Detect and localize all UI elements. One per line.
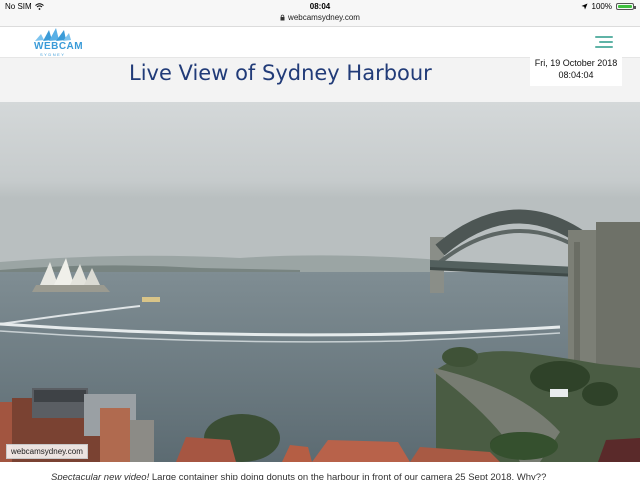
- status-center: 08:04 webcamsydney.com: [0, 2, 640, 22]
- caption-text: Large container ship doing donuts on the…: [149, 472, 547, 480]
- status-bar: No SIM 08:04 webcamsydney.com 100%: [0, 0, 640, 27]
- date-time-box: Fri, 19 October 2018 08:04:04: [530, 56, 622, 86]
- hamburger-icon-line-3: [595, 46, 613, 48]
- status-right: 100%: [581, 2, 636, 11]
- status-time: 08:04: [309, 2, 331, 11]
- caption-emphasis: Spectacular new video!: [51, 472, 150, 480]
- battery-percent: 100%: [591, 2, 612, 11]
- page-title: Live View of Sydney Harbour: [129, 61, 432, 85]
- video-caption[interactable]: Spectacular new video! Large container s…: [0, 462, 640, 480]
- hamburger-icon-line-2: [599, 41, 613, 43]
- battery-fill: [618, 5, 632, 8]
- webcam-watermark: webcamsydney.com: [6, 444, 88, 459]
- location-arrow-icon: [581, 3, 588, 10]
- site-logo[interactable]: WEBCAM SYDNEY: [29, 27, 85, 57]
- menu-button[interactable]: [589, 33, 613, 51]
- address-bar[interactable]: webcamsydney.com: [0, 13, 640, 22]
- harbour-scene: [0, 102, 640, 462]
- battery-icon: [616, 3, 636, 10]
- logo-text: WEBCAM: [34, 41, 84, 52]
- site-header: WEBCAM SYDNEY: [0, 27, 640, 58]
- url-text: webcamsydney.com: [288, 13, 360, 22]
- hamburger-icon-line-1: [595, 36, 613, 38]
- clock-label: 08:04:04: [558, 70, 594, 80]
- webcam-image: [0, 102, 640, 462]
- date-label: Fri, 19 October 2018: [534, 58, 618, 68]
- logo-subtext: SYDNEY: [40, 52, 66, 57]
- lock-icon: [280, 14, 285, 21]
